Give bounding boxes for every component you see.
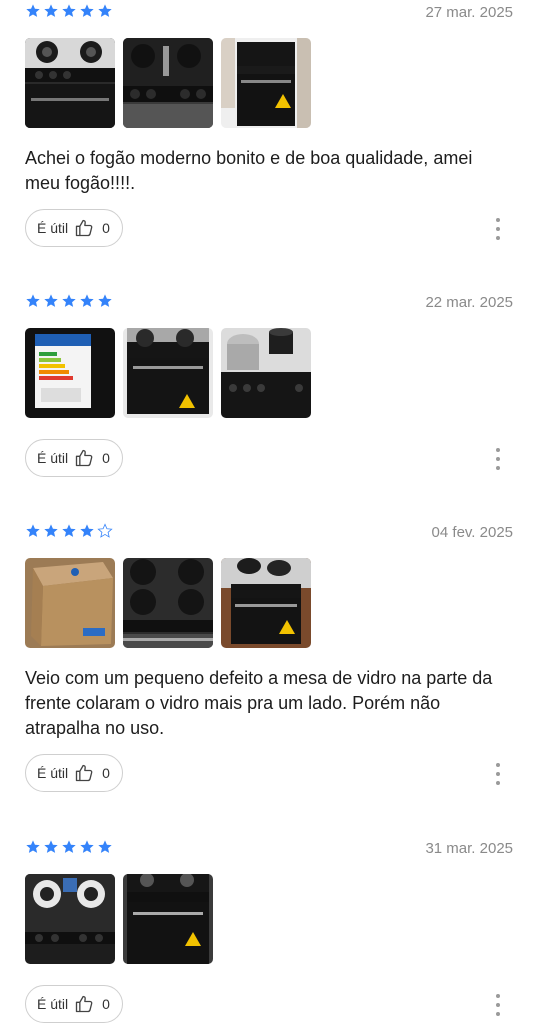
review-photos xyxy=(25,38,311,128)
thumbs-up-icon xyxy=(75,995,93,1013)
star-empty-icon xyxy=(97,523,113,538)
more-options-icon[interactable] xyxy=(495,763,501,785)
review-photos xyxy=(25,558,311,648)
review-date: 31 mar. 2025 xyxy=(425,840,513,857)
star-filled-icon xyxy=(98,840,112,853)
useful-label: É útil xyxy=(37,765,69,781)
review-photo-thumbnail[interactable] xyxy=(123,38,213,128)
more-options-icon[interactable] xyxy=(495,448,501,470)
thumbs-up-icon xyxy=(75,219,93,237)
review-text: Achei o fogão moderno bonito e de boa qu… xyxy=(25,148,473,193)
review-photo-thumbnail[interactable] xyxy=(123,328,213,418)
star-filled-icon xyxy=(44,524,58,537)
star-filled-icon xyxy=(98,294,112,307)
review-photo-thumbnail[interactable] xyxy=(25,38,115,128)
review-photo-thumbnail[interactable] xyxy=(221,328,311,418)
review-photo-thumbnail[interactable] xyxy=(123,558,213,648)
useful-count: 0 xyxy=(102,996,110,1012)
rating-stars xyxy=(25,293,113,311)
review-date: 27 mar. 2025 xyxy=(425,4,513,21)
useful-count: 0 xyxy=(102,765,110,781)
more-options-icon[interactable] xyxy=(495,218,501,240)
useful-count: 0 xyxy=(102,220,110,236)
useful-button[interactable]: É útil 0 xyxy=(25,985,123,1023)
star-filled-icon xyxy=(80,4,94,17)
useful-label: É útil xyxy=(37,450,69,466)
review-photo-thumbnail[interactable] xyxy=(221,558,311,648)
thumbs-up-icon xyxy=(75,449,93,467)
review-text: Veio com um pequeno defeito a mesa de vi… xyxy=(25,668,493,738)
star-filled-icon xyxy=(26,524,40,537)
star-filled-icon xyxy=(62,524,76,537)
review-date: 04 fev. 2025 xyxy=(431,524,513,541)
star-filled-icon xyxy=(44,840,58,853)
star-filled-icon xyxy=(26,4,40,17)
useful-button[interactable]: É útil 0 xyxy=(25,439,123,477)
star-filled-icon xyxy=(26,840,40,853)
review-photo-thumbnail[interactable] xyxy=(221,38,311,128)
star-filled-icon xyxy=(62,4,76,17)
star-filled-icon xyxy=(80,294,94,307)
useful-label: É útil xyxy=(37,220,69,236)
review-date: 22 mar. 2025 xyxy=(425,294,513,311)
star-filled-icon xyxy=(26,294,40,307)
review-photo-thumbnail[interactable] xyxy=(25,558,115,648)
useful-button[interactable]: É útil 0 xyxy=(25,209,123,247)
star-filled-icon xyxy=(80,840,94,853)
star-filled-icon xyxy=(98,4,112,17)
review-photo-thumbnail[interactable] xyxy=(123,874,213,964)
star-filled-icon xyxy=(44,4,58,17)
more-options-icon[interactable] xyxy=(495,994,501,1016)
star-filled-icon xyxy=(44,294,58,307)
review-photos xyxy=(25,328,311,418)
star-filled-icon xyxy=(62,840,76,853)
review-photos xyxy=(25,874,213,964)
useful-label: É útil xyxy=(37,996,69,1012)
rating-stars xyxy=(25,523,113,541)
star-filled-icon xyxy=(62,294,76,307)
useful-count: 0 xyxy=(102,450,110,466)
star-filled-icon xyxy=(80,524,94,537)
useful-button[interactable]: É útil 0 xyxy=(25,754,123,792)
review-photo-thumbnail[interactable] xyxy=(25,328,115,418)
rating-stars xyxy=(25,839,113,857)
review-photo-thumbnail[interactable] xyxy=(25,874,115,964)
thumbs-up-icon xyxy=(75,764,93,782)
rating-stars xyxy=(25,3,113,21)
